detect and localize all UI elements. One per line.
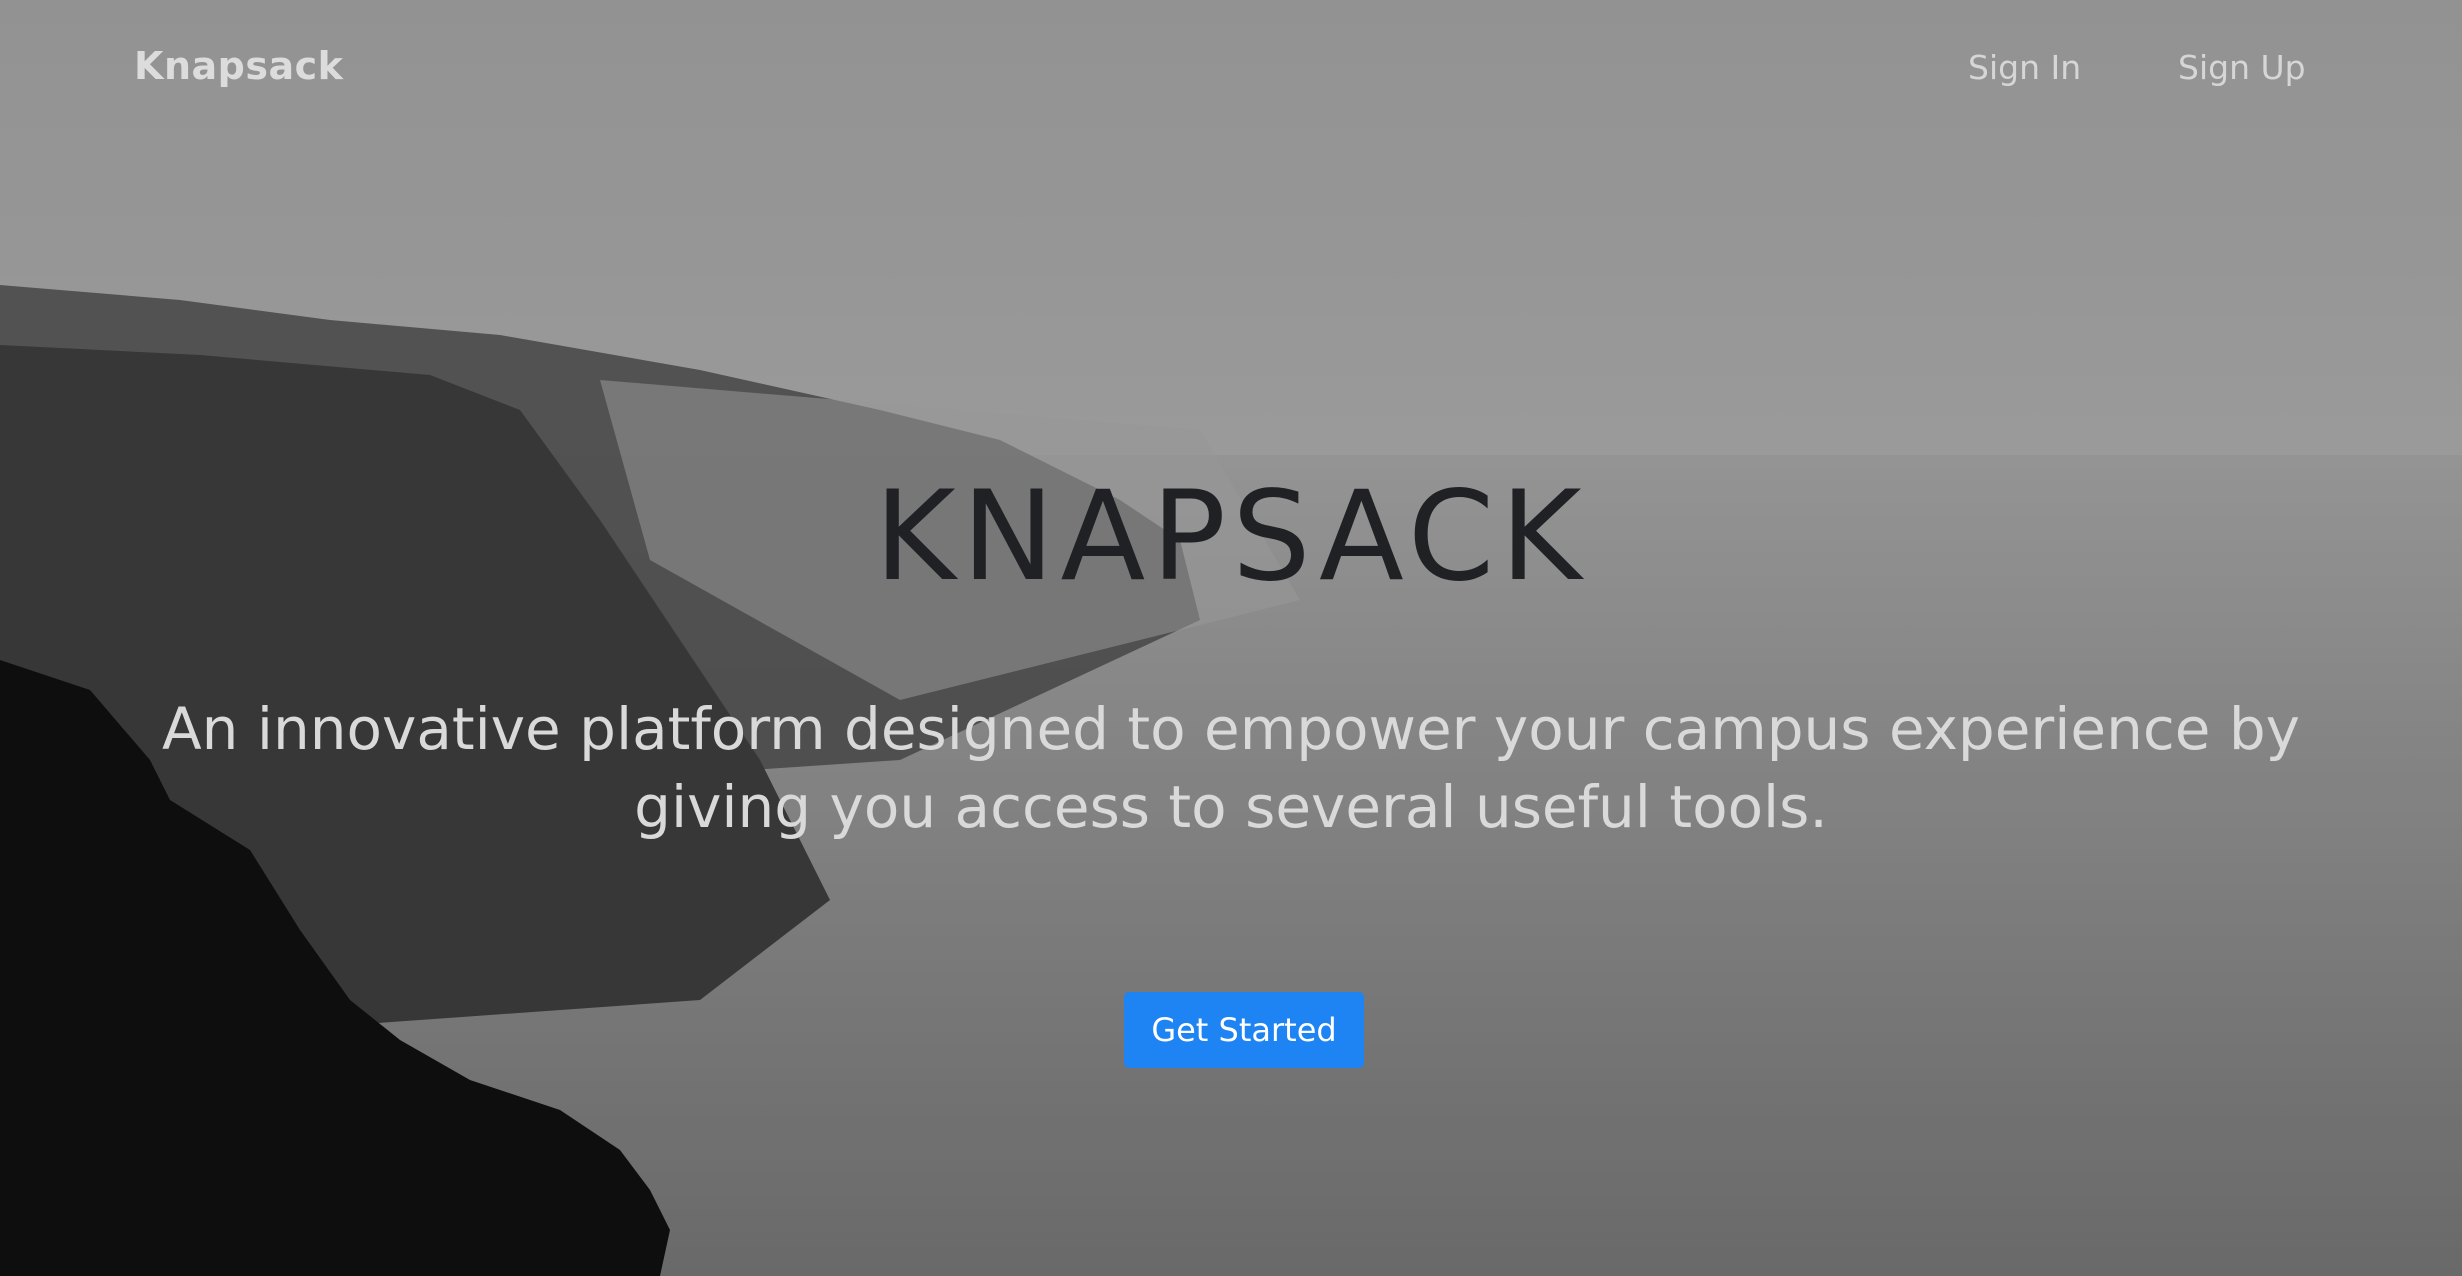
hero-background-image — [0, 0, 2462, 1276]
landing-page: Knapsack Sign In Sign Up KNAPSACK An inn… — [0, 0, 2462, 1276]
get-started-button[interactable]: Get Started — [1124, 992, 1364, 1068]
sign-in-link[interactable]: Sign In — [1968, 48, 2081, 87]
hero-subtitle: An innovative platform designed to empow… — [162, 695, 2300, 841]
hero-title: KNAPSACK — [874, 465, 1588, 609]
brand-logo-link[interactable]: Knapsack — [134, 44, 343, 88]
top-navbar: Knapsack Sign In Sign Up — [0, 0, 2462, 140]
sign-up-link[interactable]: Sign Up — [2178, 48, 2306, 87]
